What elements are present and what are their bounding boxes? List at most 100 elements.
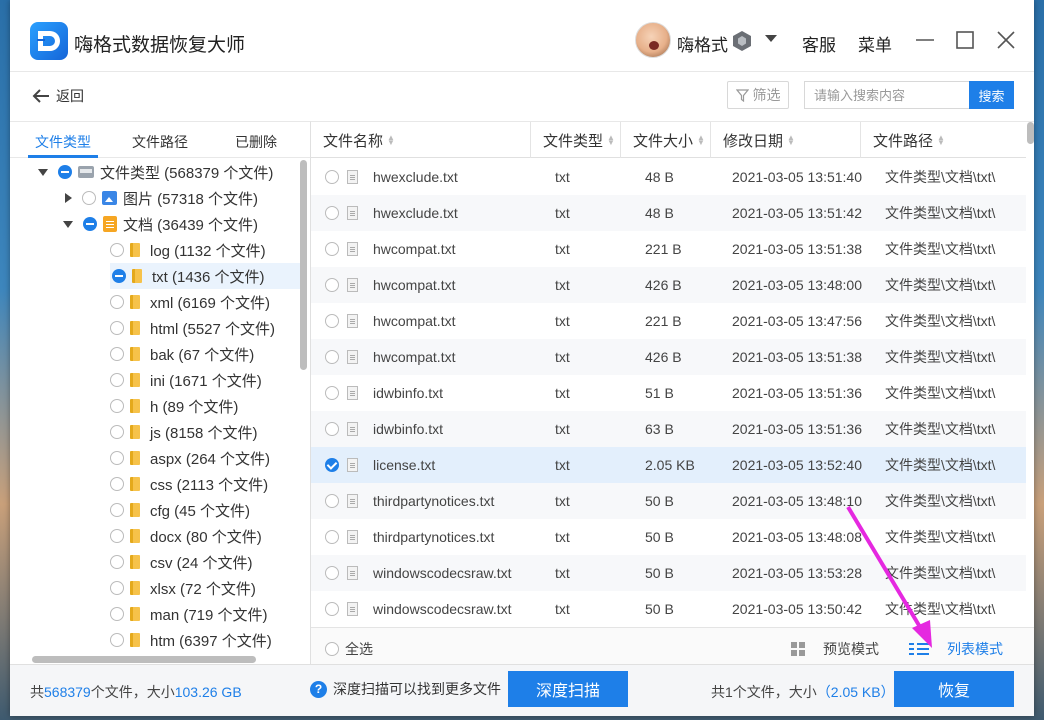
- checkbox-icon[interactable]: [325, 350, 339, 364]
- table-row[interactable]: hwcompat.txt txt 426 B 2021-03-05 13:48:00 文…: [311, 267, 1026, 303]
- checkbox-icon[interactable]: [325, 602, 339, 616]
- expand-arrow-icon[interactable]: [63, 220, 73, 228]
- tree-horizontal-scrollbar[interactable]: [32, 656, 256, 663]
- collapse-arrow-icon[interactable]: [65, 193, 72, 203]
- checkbox-icon[interactable]: [110, 451, 124, 465]
- tree-node-log[interactable]: log (1132 个文件): [110, 237, 300, 263]
- partial-check-icon[interactable]: [83, 217, 97, 231]
- expand-arrow-icon[interactable]: [38, 168, 48, 176]
- column-header-type[interactable]: 文件类型 ▲ ▼: [531, 122, 621, 158]
- checkbox-icon[interactable]: [110, 295, 124, 309]
- tree-node-cfg[interactable]: cfg (45 个文件): [110, 497, 250, 523]
- checkbox-icon[interactable]: [325, 422, 339, 436]
- username[interactable]: 嗨格式: [677, 31, 728, 56]
- checkbox-icon[interactable]: [110, 243, 124, 257]
- filter-button[interactable]: 筛选: [727, 81, 789, 109]
- tree-node-images[interactable]: 图片 (57318 个文件): [63, 185, 258, 211]
- tree-node-txt[interactable]: txt (1436 个文件): [110, 263, 300, 289]
- deep-scan-button[interactable]: 深度扫描: [508, 671, 628, 707]
- tree-node-aspx[interactable]: aspx (264 个文件): [110, 445, 270, 471]
- checkbox-icon[interactable]: [325, 386, 339, 400]
- select-all-checkbox[interactable]: 全选: [325, 639, 373, 659]
- checkbox-icon[interactable]: [82, 191, 96, 205]
- checkbox-icon[interactable]: [110, 399, 124, 413]
- tree-node-man[interactable]: man (719 个文件): [110, 601, 268, 627]
- table-vertical-scrollbar[interactable]: [1027, 122, 1034, 144]
- table-row[interactable]: thirdpartynotices.txt txt 50 B 2021-03-05 1…: [311, 519, 1026, 555]
- search-button[interactable]: 搜索: [969, 81, 1014, 109]
- tab-deleted[interactable]: 已删除: [235, 132, 277, 152]
- checkbox-icon[interactable]: [110, 633, 124, 647]
- sort-icon[interactable]: ▲ ▼: [697, 134, 705, 147]
- checkbox-icon[interactable]: [110, 581, 124, 595]
- sort-icon[interactable]: ▲ ▼: [937, 134, 945, 147]
- tree-node-root[interactable]: 文件类型 (568379 个文件): [38, 159, 273, 185]
- tree-node-html[interactable]: html (5527 个文件): [110, 315, 275, 341]
- tree-node-ini[interactable]: ini (1671 个文件): [110, 367, 262, 393]
- checked-checkbox-icon[interactable]: [325, 458, 339, 472]
- checkbox-icon[interactable]: [325, 206, 339, 220]
- checkbox-icon[interactable]: [110, 321, 124, 335]
- preview-mode-button[interactable]: 预览模式: [791, 639, 879, 659]
- tree-node-bak[interactable]: bak (67 个文件): [110, 341, 254, 367]
- user-dropdown-icon[interactable]: [765, 35, 777, 42]
- checkbox-icon[interactable]: [325, 642, 339, 656]
- tree-vertical-scrollbar[interactable]: [300, 160, 307, 370]
- menu-button[interactable]: 菜单: [858, 31, 892, 56]
- search-input[interactable]: [804, 81, 970, 109]
- minimize-icon[interactable]: [913, 28, 937, 52]
- checkbox-icon[interactable]: [110, 347, 124, 361]
- table-row[interactable]: hwexclude.txt txt 48 B 2021-03-05 13:51:40 文…: [311, 159, 1026, 195]
- column-header-path[interactable]: 文件路径 ▲ ▼: [861, 122, 1026, 158]
- column-header-size[interactable]: 文件大小 ▲ ▼: [621, 122, 711, 158]
- partial-check-icon[interactable]: [58, 165, 72, 179]
- checkbox-icon[interactable]: [325, 494, 339, 508]
- table-row[interactable]: idwbinfo.txt txt 63 B 2021-03-05 13:51:36 文件…: [311, 411, 1026, 447]
- checkbox-icon[interactable]: [110, 503, 124, 517]
- tree-node-docs[interactable]: 文档 (36439 个文件): [63, 211, 258, 237]
- column-header-name[interactable]: 文件名称 ▲ ▼: [311, 122, 531, 158]
- service-button[interactable]: 客服: [802, 31, 836, 56]
- sort-icon[interactable]: ▲ ▼: [387, 134, 395, 147]
- tree-node-htm[interactable]: htm (6397 个文件): [110, 627, 272, 653]
- checkbox-icon[interactable]: [325, 314, 339, 328]
- column-header-date[interactable]: 修改日期 ▲ ▼: [711, 122, 861, 158]
- table-row[interactable]: idwbinfo.txt txt 51 B 2021-03-05 13:51:36 文件…: [311, 375, 1026, 411]
- checkbox-icon[interactable]: [110, 607, 124, 621]
- checkbox-icon[interactable]: [325, 566, 339, 580]
- list-mode-button[interactable]: 列表模式: [909, 639, 1003, 659]
- tree-node-xml[interactable]: xml (6169 个文件): [110, 289, 270, 315]
- sort-icon[interactable]: ▲ ▼: [607, 134, 615, 147]
- checkbox-icon[interactable]: [110, 373, 124, 387]
- tab-file-type[interactable]: 文件类型: [35, 132, 91, 152]
- table-row[interactable]: hwcompat.txt txt 221 B 2021-03-05 13:51:38 文…: [311, 231, 1026, 267]
- checkbox-icon[interactable]: [110, 529, 124, 543]
- avatar[interactable]: [635, 22, 671, 58]
- tree-node-js[interactable]: js (8158 个文件): [110, 419, 258, 445]
- close-icon[interactable]: [994, 28, 1018, 52]
- checkbox-icon[interactable]: [110, 425, 124, 439]
- tree-node-csv[interactable]: csv (24 个文件): [110, 549, 253, 575]
- checkbox-icon[interactable]: [325, 530, 339, 544]
- checkbox-icon[interactable]: [325, 170, 339, 184]
- checkbox-icon[interactable]: [325, 278, 339, 292]
- tree-node-h[interactable]: h (89 个文件): [110, 393, 238, 419]
- tree-node-css[interactable]: css (2113 个文件): [110, 471, 268, 497]
- table-row[interactable]: windowscodecsraw.txt txt 50 B 2021-03-05 13…: [311, 555, 1026, 591]
- checkbox-icon[interactable]: [110, 555, 124, 569]
- recover-button[interactable]: 恢复: [894, 671, 1014, 707]
- table-row[interactable]: license.txt txt 2.05 KB 2021-03-05 13:52:40…: [311, 447, 1026, 483]
- back-button[interactable]: 返回: [32, 84, 84, 108]
- table-row[interactable]: hwcompat.txt txt 221 B 2021-03-05 13:47:56 文…: [311, 303, 1026, 339]
- table-row[interactable]: thirdpartynotices.txt txt 50 B 2021-03-05 1…: [311, 483, 1026, 519]
- table-row[interactable]: hwexclude.txt txt 48 B 2021-03-05 13:51:42 文…: [311, 195, 1026, 231]
- tree-node-xlsx[interactable]: xlsx (72 个文件): [110, 575, 256, 601]
- sort-icon[interactable]: ▲ ▼: [787, 134, 795, 147]
- checkbox-icon[interactable]: [110, 477, 124, 491]
- tab-file-path[interactable]: 文件路径: [132, 132, 188, 152]
- help-icon[interactable]: ?: [310, 680, 327, 698]
- maximize-icon[interactable]: [953, 28, 977, 52]
- table-row[interactable]: windowscodecsraw.txt txt 50 B 2021-03-05 13…: [311, 591, 1026, 627]
- tree-node-docx[interactable]: docx (80 个文件): [110, 523, 262, 549]
- checkbox-icon[interactable]: [325, 242, 339, 256]
